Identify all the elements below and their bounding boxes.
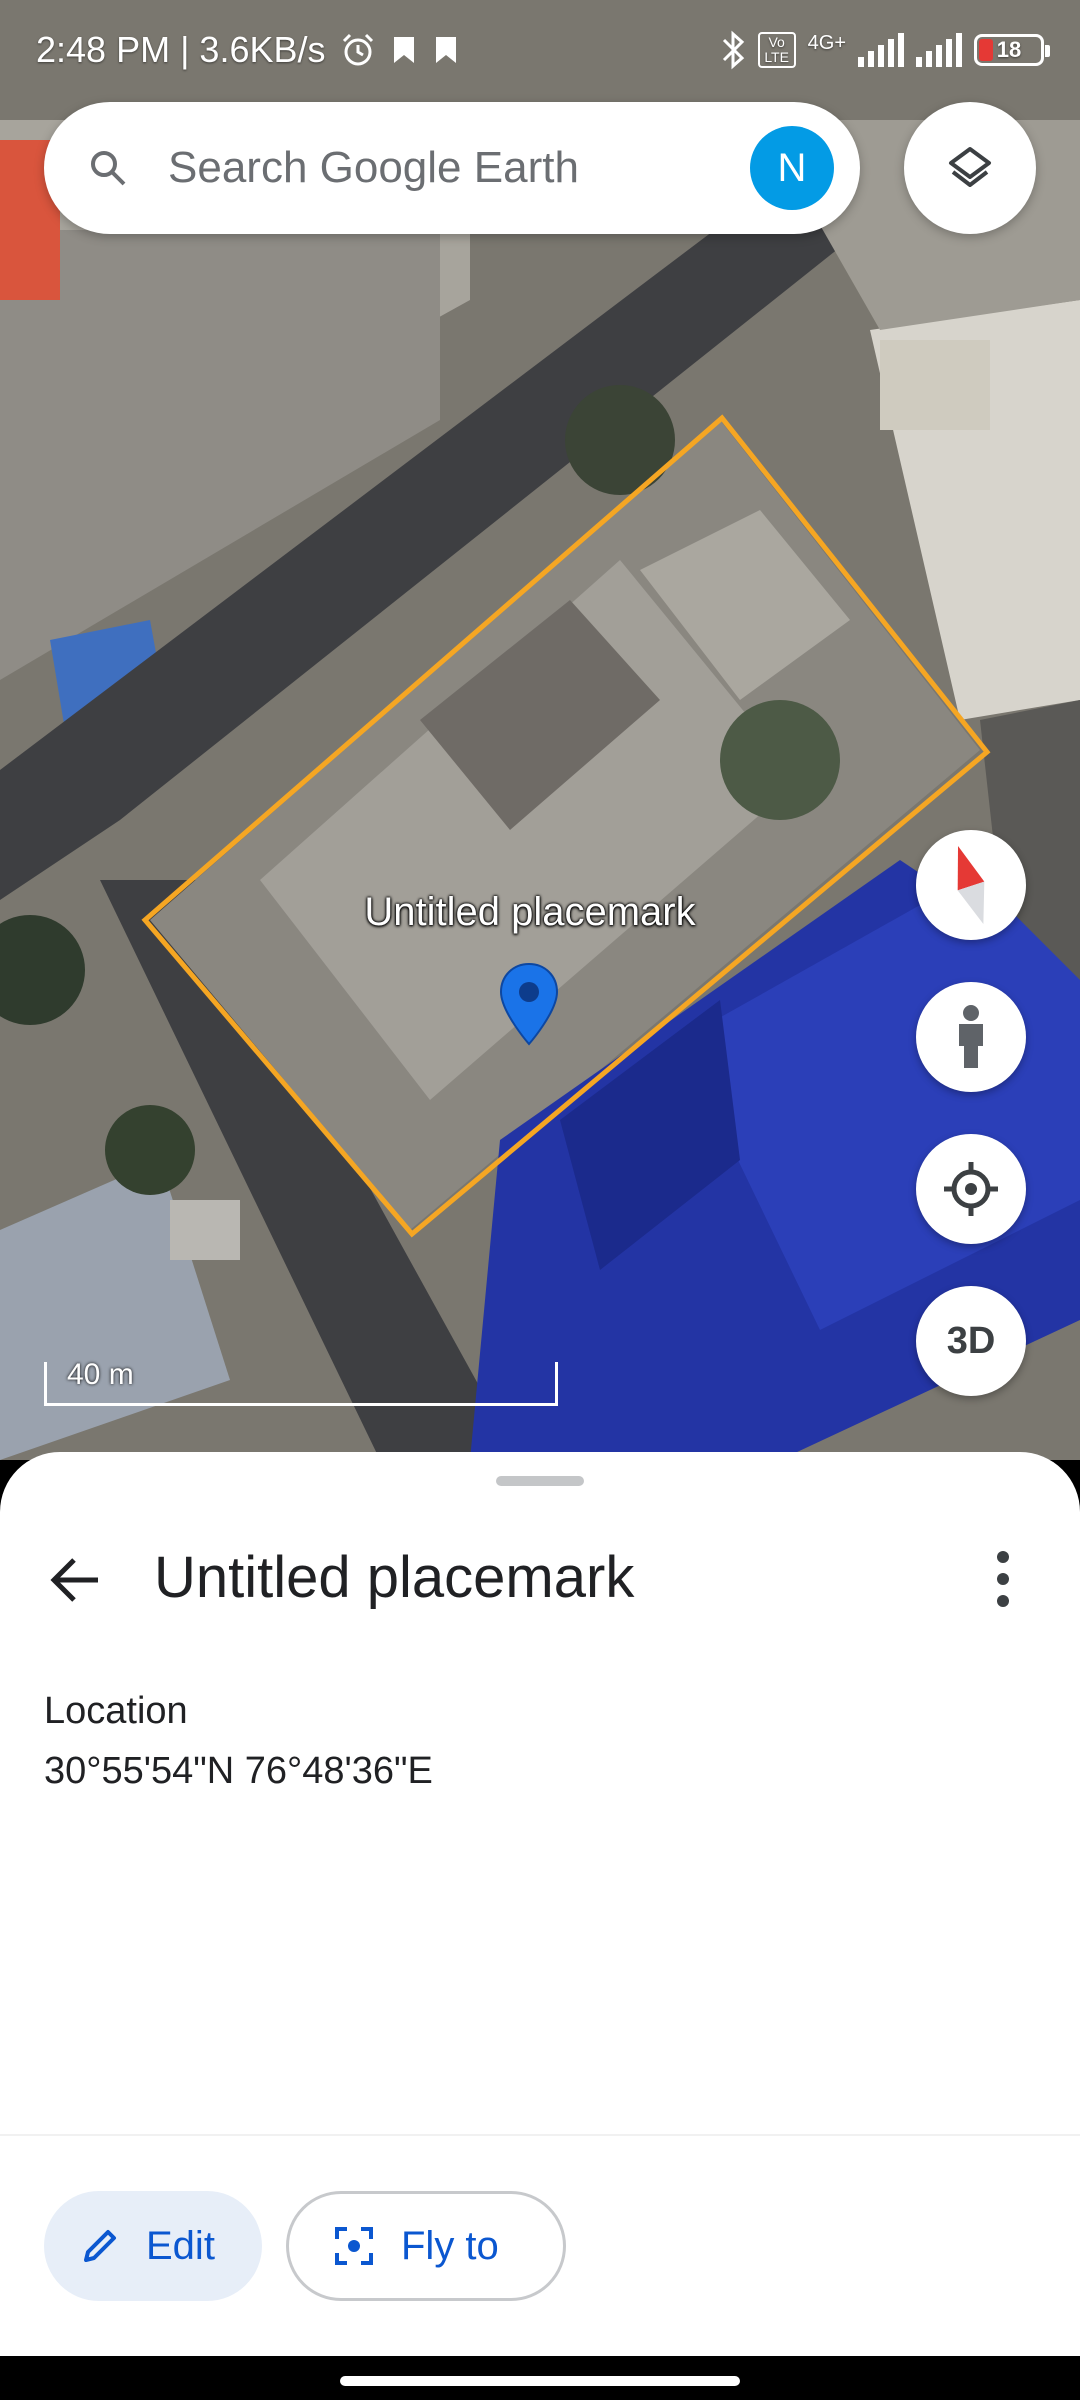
sheet-drag-handle[interactable] <box>496 1476 584 1486</box>
avatar[interactable]: N <box>750 126 834 210</box>
home-gesture-pill[interactable] <box>340 2376 740 2386</box>
battery-level: 18 <box>996 37 1022 62</box>
location-label: Location <box>44 1690 188 1732</box>
pegman-icon <box>959 1005 983 1068</box>
street-view-button[interactable] <box>916 982 1026 1092</box>
signal-icon-2 <box>916 33 962 67</box>
fly-to-button[interactable]: Fly to <box>286 2191 566 2301</box>
network-type: 4G+ <box>807 32 846 54</box>
my-location-button[interactable] <box>916 1134 1026 1244</box>
back-arrow-icon[interactable] <box>46 1550 106 1610</box>
system-nav-bar <box>0 2356 1080 2400</box>
scale-bar: 40 m <box>44 1358 558 1406</box>
fly-to-button-label: Fly to <box>401 2223 499 2268</box>
crosshair-icon <box>944 1162 998 1216</box>
sheet-title: Untitled placemark <box>154 1545 635 1610</box>
compass-icon <box>957 846 985 925</box>
divider <box>0 2134 1080 2136</box>
scale-label: 40 m <box>67 1358 134 1391</box>
pencil-icon <box>84 2230 116 2262</box>
toggle-3d-button[interactable]: 3D <box>916 1286 1026 1396</box>
placemark-pin-icon[interactable] <box>498 962 560 1046</box>
search-bar[interactable]: Search Google Earth N <box>44 102 860 234</box>
notification-bookmark-icon <box>393 37 414 63</box>
status-time-speed: 2:48 PM | 3.6KB/s <box>36 29 326 70</box>
placemark-map-label: Untitled placemark <box>364 890 696 934</box>
volte-badge: Vo LTE <box>757 32 796 68</box>
fly-to-icon <box>335 2227 373 2265</box>
placemark-details-sheet: Untitled placemark Location 30°55'54"N 7… <box>0 1452 1080 2356</box>
edit-button[interactable]: Edit <box>44 2191 262 2301</box>
layers-icon <box>949 147 991 187</box>
search-input[interactable]: Search Google Earth <box>168 143 750 193</box>
location-coordinates: 30°55'54"N 76°48'36"E <box>44 1750 433 1792</box>
notification-bookmark-icon-2 <box>435 37 456 63</box>
edit-button-label: Edit <box>146 2223 215 2268</box>
bluetooth-icon <box>722 30 744 70</box>
search-icon <box>91 151 126 186</box>
alarm-icon <box>342 33 373 66</box>
status-bar: 2:48 PM | 3.6KB/s Vo LTE 4G+ 18 <box>0 0 1080 100</box>
battery-indicator: 18 <box>974 34 1050 66</box>
more-options-icon[interactable] <box>980 1547 1026 1611</box>
signal-icon <box>858 33 904 67</box>
compass-button[interactable] <box>916 830 1026 940</box>
map-layers-button[interactable] <box>904 102 1036 234</box>
